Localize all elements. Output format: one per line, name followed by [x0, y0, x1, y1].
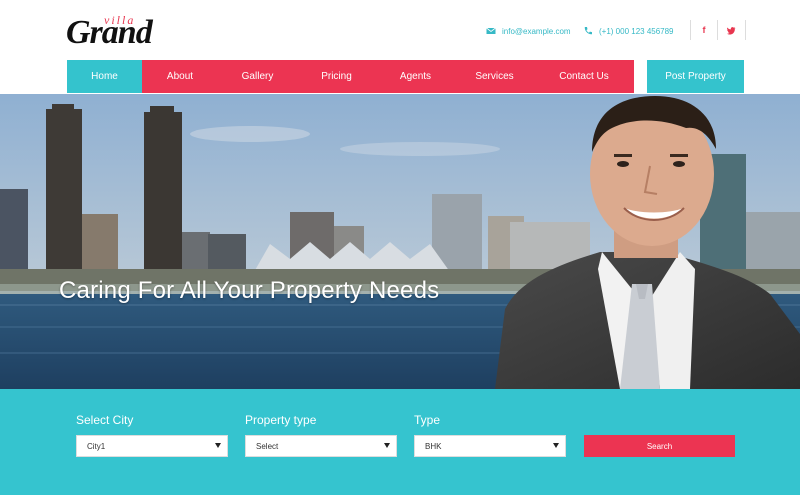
nav-home[interactable]: Home	[67, 60, 142, 93]
type-label: Type	[414, 413, 441, 427]
type-select[interactable]: BHK	[414, 435, 566, 457]
hero-heading: Caring For All Your Property Needs	[59, 277, 440, 304]
nav-about[interactable]: About	[142, 60, 218, 93]
twitter-link[interactable]	[718, 20, 746, 40]
chevron-down-icon	[215, 443, 221, 448]
search-button[interactable]: Search	[584, 435, 735, 457]
nav-agents[interactable]: Agents	[376, 60, 455, 93]
twitter-icon	[727, 26, 736, 35]
property-type-label: Property type	[245, 413, 317, 427]
city-label: Select City	[76, 413, 134, 427]
chevron-down-icon	[553, 443, 559, 448]
logo-tagline: villa	[104, 13, 136, 27]
chevron-down-icon	[384, 443, 390, 448]
hero-banner: Caring For All Your Property Needs	[0, 94, 800, 389]
envelope-icon	[486, 27, 496, 34]
header-email[interactable]: info@example.com	[486, 24, 571, 38]
phone-icon	[584, 27, 592, 35]
post-property-button[interactable]: Post Property	[647, 60, 744, 93]
facebook-icon: f	[702, 25, 706, 35]
type-select-value: BHK	[425, 441, 442, 451]
property-type-select-value: Select	[256, 441, 279, 451]
nav-pricing[interactable]: Pricing	[297, 60, 376, 93]
nav-services[interactable]: Services	[455, 60, 534, 93]
header-phone-text: (+1) 000 123 456789	[599, 26, 674, 36]
property-type-select[interactable]: Select	[245, 435, 397, 457]
hero-photo	[0, 94, 800, 389]
nav-contact-us[interactable]: Contact Us	[534, 60, 634, 93]
site-logo[interactable]: Grand villa	[66, 10, 166, 54]
main-nav: Home About Gallery Pricing Agents Servic…	[67, 60, 634, 93]
property-search: Select City City1 Property type Select T…	[0, 389, 800, 495]
nav-gallery[interactable]: Gallery	[218, 60, 297, 93]
city-select-value: City1	[87, 441, 106, 451]
header-email-text: info@example.com	[502, 26, 571, 36]
header-phone[interactable]: (+1) 000 123 456789	[583, 24, 674, 38]
facebook-link[interactable]: f	[690, 20, 718, 40]
city-select[interactable]: City1	[76, 435, 228, 457]
